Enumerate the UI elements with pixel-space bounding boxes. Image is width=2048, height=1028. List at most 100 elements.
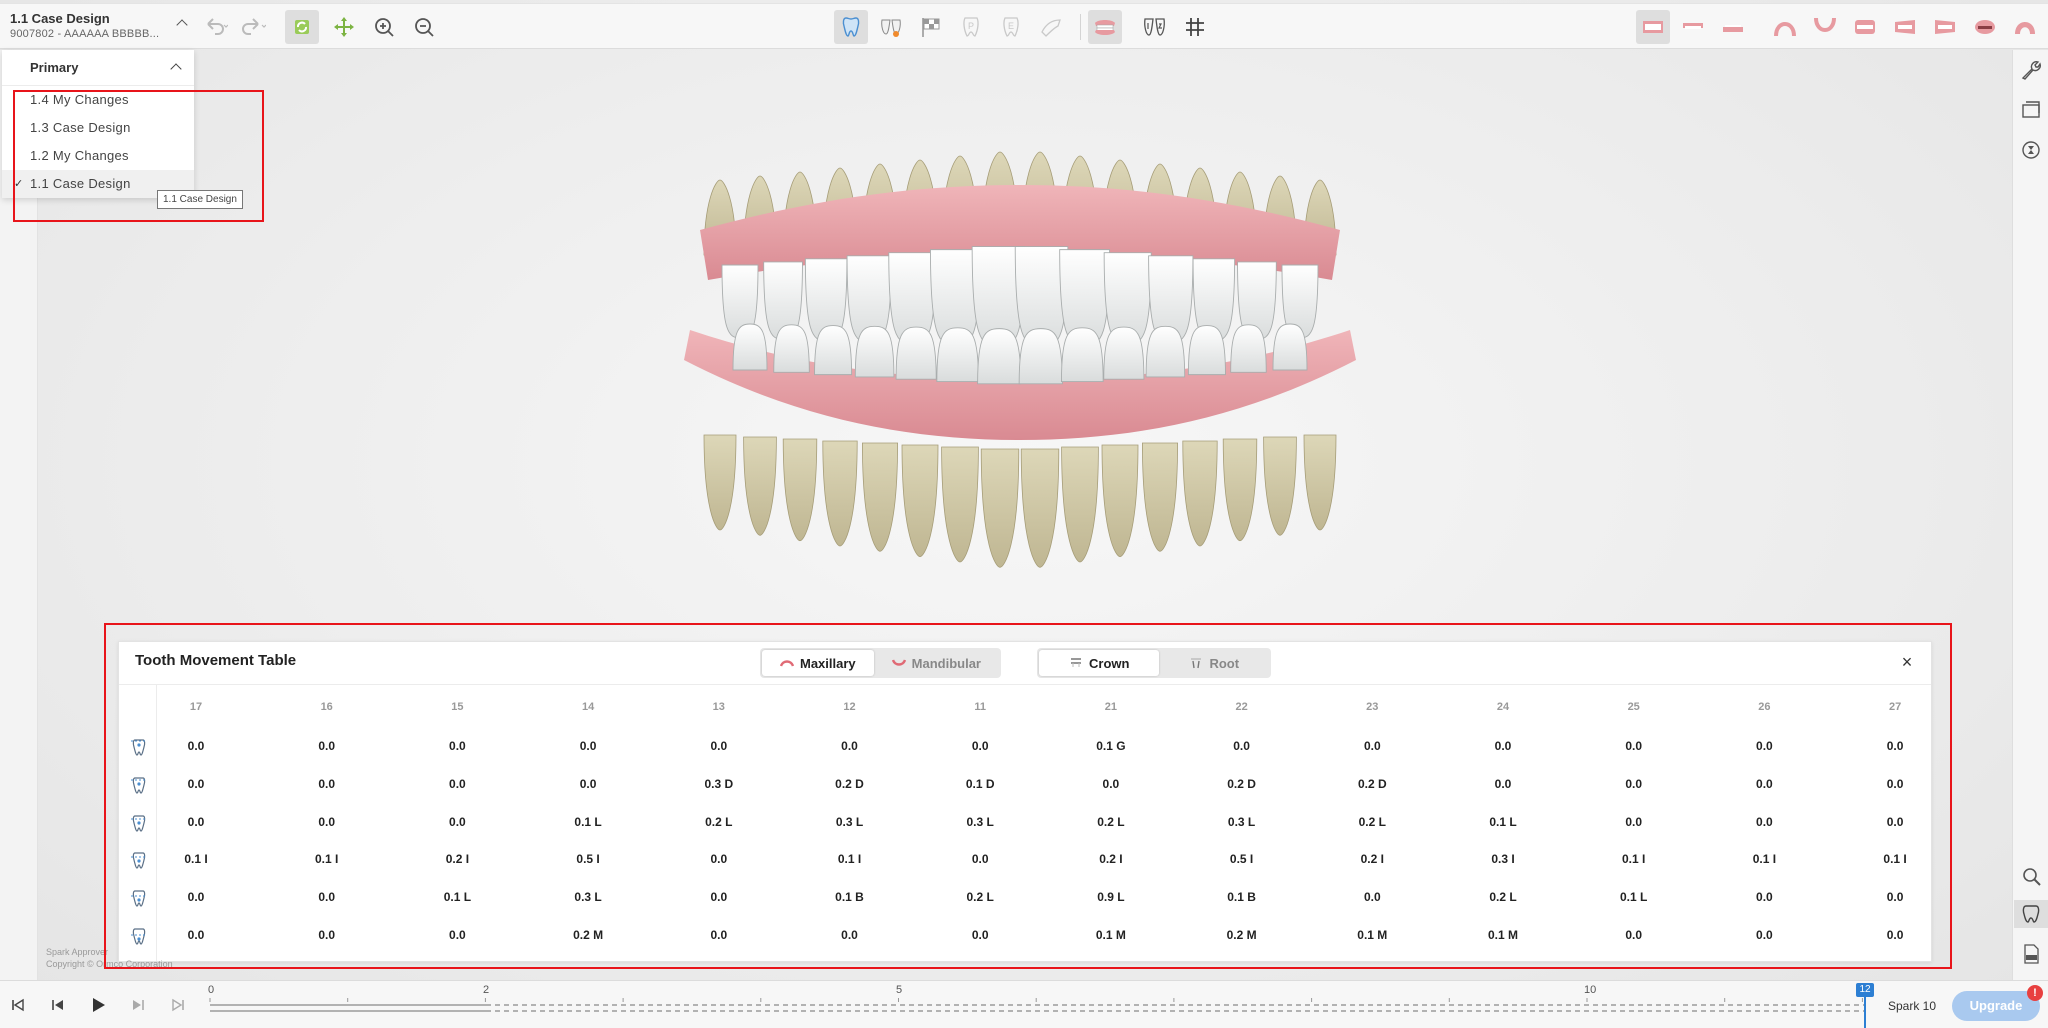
view-back-button[interactable] — [1968, 10, 2002, 44]
view-left-button[interactable] — [1888, 10, 1922, 44]
tooth-number-header: 25 — [1627, 701, 1640, 713]
movement-cell: 0.1 G — [1096, 739, 1126, 753]
history-button[interactable] — [2017, 136, 2045, 164]
sync-button[interactable] — [285, 10, 319, 44]
lower-root — [1182, 440, 1218, 547]
buccal-view-icon — [1935, 20, 1955, 34]
play-button[interactable] — [88, 995, 108, 1015]
first-stage-button[interactable] — [8, 995, 28, 1015]
movement-cell: 0.2 L — [1358, 814, 1386, 829]
jaw-view-button[interactable] — [1088, 10, 1122, 44]
lower-tooth-roots — [703, 434, 1337, 568]
back-view-icon — [1975, 20, 1995, 34]
mandibular-label: Mandibular — [911, 655, 981, 671]
upper-jaw-icon — [1683, 23, 1703, 29]
redo-button[interactable] — [236, 10, 270, 44]
movement-cell: 0.2 M — [573, 928, 604, 942]
movement-cell: 0.1 L — [574, 814, 602, 829]
close-icon[interactable]: × — [1897, 652, 1917, 672]
movement-cell: 0.0 — [1625, 776, 1643, 791]
movement-cell: 0.0 — [1494, 776, 1512, 791]
movement-cell: 0.0 — [1886, 928, 1904, 942]
zoom-out-button[interactable] — [407, 10, 441, 44]
tooth-search-button[interactable] — [2017, 862, 2045, 890]
wrench-icon — [2021, 61, 2041, 80]
movement-cell: 0.3 I — [1491, 852, 1515, 867]
pdf-export-button[interactable] — [2017, 940, 2045, 968]
current-stage-marker[interactable]: 12 — [1856, 983, 1874, 997]
lower-root — [703, 434, 737, 531]
checkpoint-button[interactable] — [914, 10, 948, 44]
case-selector[interactable]: 1.1 Case Design 9007802 - AAAAAA BBBBB..… — [2, 5, 194, 49]
tooth-number-header: 26 — [1758, 701, 1771, 713]
grid-icon — [1186, 18, 1204, 36]
movement-cell: 0.0 — [710, 739, 728, 753]
mandibular-tab[interactable]: Mandibular — [874, 650, 999, 676]
view-occlusal-upper-button[interactable] — [1768, 10, 1802, 44]
dropdown-header-label: Primary — [30, 60, 79, 75]
version-item-1-3[interactable]: 1.3 Case Design — [2, 114, 194, 142]
tooth-view-button[interactable] — [834, 10, 868, 44]
movement-cell: 0.0 — [187, 928, 205, 942]
root-tab[interactable]: Root — [1159, 650, 1269, 676]
movement-cell: 0.0 — [710, 852, 728, 867]
play-icon — [93, 998, 105, 1012]
extrusion-intrusion-icon — [131, 739, 147, 756]
aligner-name: Spark 10 — [1888, 999, 1937, 1013]
lower-root — [1263, 436, 1297, 536]
lower-crown — [936, 327, 979, 382]
last-stage-button[interactable] — [168, 995, 188, 1015]
crown-tab[interactable]: Crown — [1039, 650, 1160, 676]
dropdown-header[interactable]: Primary — [2, 50, 194, 86]
movement-cell: 0.0 — [1756, 814, 1773, 829]
tools-button[interactable] — [2017, 56, 2045, 84]
tooth-number-header: 24 — [1496, 701, 1510, 713]
movement-cell: 0.3 L — [1227, 814, 1256, 829]
version-item-1-4[interactable]: 1.4 My Changes — [2, 86, 194, 114]
extraction-button[interactable]: E — [994, 10, 1028, 44]
right-view-icon — [1855, 20, 1875, 34]
view-lower-button[interactable] — [1716, 10, 1750, 44]
rotation-icon — [131, 852, 147, 869]
prev-stage-button[interactable] — [48, 995, 68, 1015]
attachment-button[interactable] — [1034, 10, 1068, 44]
view-top-button[interactable] — [2008, 10, 2042, 44]
view-front-button[interactable] — [1636, 10, 1670, 44]
movement-cell: 0.0 — [1756, 890, 1773, 905]
tooth-number-header: 21 — [1104, 701, 1118, 713]
view-upper-button[interactable] — [1676, 10, 1710, 44]
lower-jaw-icon — [1723, 25, 1743, 32]
movement-cell: 0.0 — [187, 776, 205, 791]
dental-3d-model[interactable] — [660, 130, 1380, 600]
view-right-button[interactable] — [1848, 10, 1882, 44]
movement-cell: 0.1 L — [443, 890, 472, 905]
grid-button[interactable] — [1178, 10, 1212, 44]
timeline-track[interactable] — [200, 981, 1880, 1028]
view-occlusal-lower-button[interactable] — [1808, 10, 1842, 44]
movement-cell: 0.0 — [971, 852, 989, 867]
movement-cell: 0.0 — [187, 739, 205, 753]
tooth-numbering-button[interactable] — [1138, 10, 1172, 44]
maxillary-tab[interactable]: Maxillary — [762, 650, 874, 676]
zoom-in-button[interactable] — [367, 10, 401, 44]
undo-button[interactable] — [198, 10, 232, 44]
movement-cell: 0.0 — [1886, 739, 1904, 753]
translation-bl-icon — [131, 814, 147, 832]
pan-button[interactable] — [327, 10, 361, 44]
movement-cell: 0.0 — [710, 928, 728, 942]
layers-button[interactable] — [2017, 96, 2045, 124]
movement-cell: 0.2 D — [1227, 776, 1256, 791]
version-item-1-2[interactable]: 1.2 My Changes — [2, 142, 194, 170]
stage-label-0: 0 — [208, 984, 215, 996]
movement-cell: 0.0 — [187, 890, 205, 905]
maxillary-label: Maxillary — [800, 655, 856, 671]
checkered-flag-icon — [922, 18, 940, 37]
view-buccal-button[interactable] — [1928, 10, 1962, 44]
pontic-button[interactable]: P — [954, 10, 988, 44]
ipr-view-button[interactable] — [874, 10, 908, 44]
movement-cell: 0.1 I — [837, 852, 862, 867]
movement-table-button[interactable] — [2014, 900, 2048, 928]
next-stage-button[interactable] — [128, 995, 148, 1015]
hourglass-icon — [2022, 141, 2040, 159]
undo-icon — [207, 18, 228, 35]
